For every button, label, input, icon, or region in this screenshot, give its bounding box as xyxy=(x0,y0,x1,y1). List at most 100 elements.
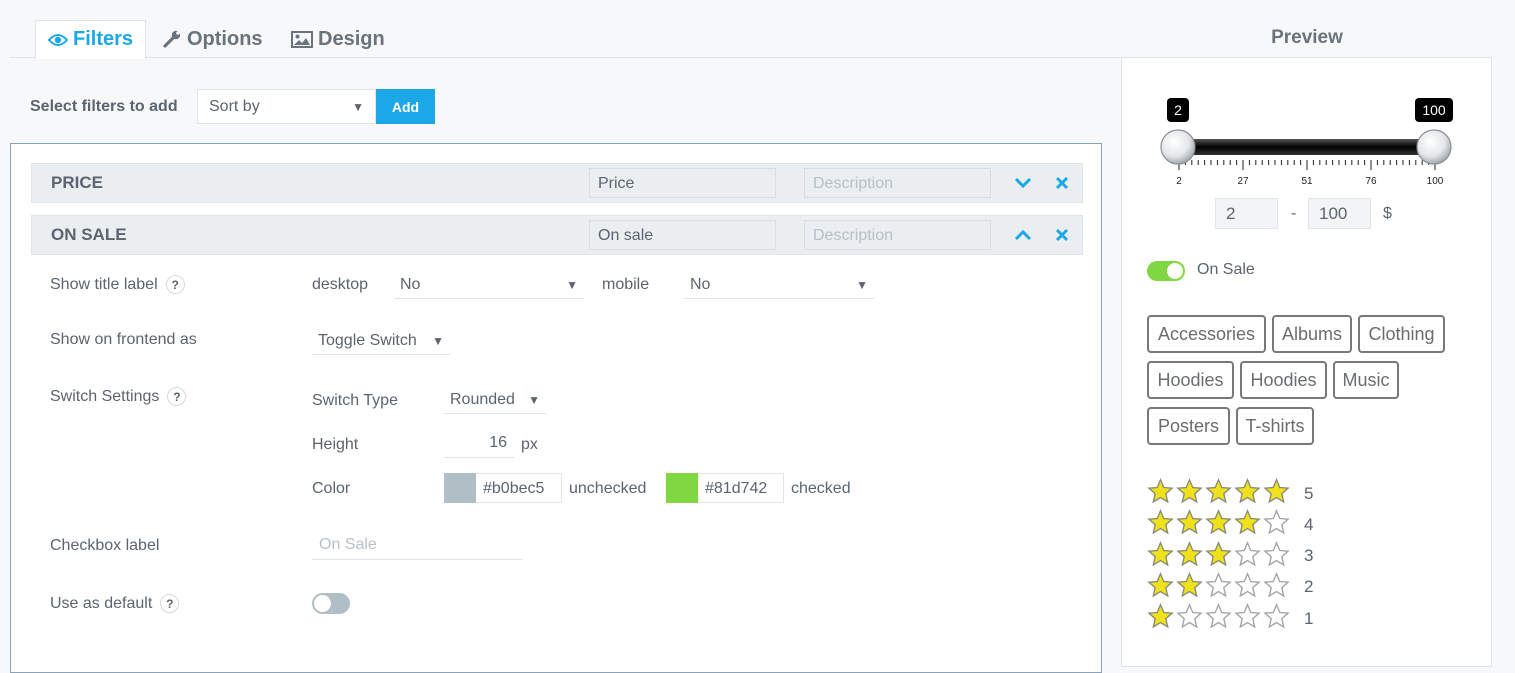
slider-high-tooltip: 100 xyxy=(1415,98,1453,122)
star-filled-icon xyxy=(1176,509,1203,540)
star-filled-icon xyxy=(1263,478,1290,509)
slider-tick-label: 76 xyxy=(1365,176,1377,187)
on-sale-toggle[interactable] xyxy=(1147,261,1185,281)
filter-description-input[interactable]: Description xyxy=(804,220,991,250)
preview-title: Preview xyxy=(1271,27,1343,48)
help-icon[interactable]: ? xyxy=(165,275,185,294)
star-filled-icon xyxy=(1147,478,1174,509)
rating-count: 5 xyxy=(1304,483,1314,503)
mobile-label: mobile xyxy=(602,276,650,293)
filter-header-on-sale[interactable]: ON SALE On sale Description xyxy=(31,215,1083,255)
tab-options[interactable]: Options xyxy=(150,20,275,58)
tab-filters[interactable]: Filters xyxy=(35,20,147,59)
star-filled-icon xyxy=(1147,509,1174,540)
category-chip[interactable]: Accessories xyxy=(1147,315,1266,353)
filter-title-input[interactable]: Price xyxy=(589,168,776,198)
height-input[interactable]: 16 xyxy=(444,430,514,458)
close-icon[interactable] xyxy=(1055,228,1069,242)
add-button[interactable]: Add xyxy=(376,89,435,124)
chevron-up-icon[interactable] xyxy=(1014,229,1032,241)
filter-name: ON SALE xyxy=(51,225,127,244)
filter-title-input[interactable]: On sale xyxy=(589,220,776,250)
slider-low-tooltip: 2 xyxy=(1167,98,1189,122)
star-empty-icon xyxy=(1205,571,1232,603)
slider-tick-marks xyxy=(1178,160,1436,170)
checkbox-label: Checkbox label xyxy=(50,537,160,554)
star-filled-icon xyxy=(1176,540,1203,572)
filter-description-input[interactable]: Description xyxy=(804,168,991,198)
desktop-value: No xyxy=(400,275,421,293)
close-icon[interactable] xyxy=(1055,176,1069,190)
star-empty-icon xyxy=(1234,540,1261,572)
star-empty-icon xyxy=(1234,571,1261,603)
category-chip[interactable]: T-shirts xyxy=(1236,407,1314,445)
use-default-toggle[interactable] xyxy=(312,593,350,614)
switch-settings-label: Switch Settings xyxy=(50,387,160,405)
show-frontend-select[interactable]: Toggle Switch ▼ xyxy=(312,327,450,355)
help-icon[interactable]: ? xyxy=(167,387,187,406)
switch-settings-row: Switch Settings ? xyxy=(50,387,187,406)
rating-row[interactable]: 1 xyxy=(1147,603,1313,634)
category-chip[interactable]: Posters xyxy=(1147,407,1230,445)
tab-design[interactable]: Design xyxy=(279,20,397,58)
star-empty-icon xyxy=(1176,603,1203,634)
help-icon[interactable]: ? xyxy=(160,594,180,613)
rating-count: 4 xyxy=(1304,514,1314,534)
rating-row[interactable]: 2 xyxy=(1147,571,1314,603)
rating-count: 1 xyxy=(1304,608,1314,628)
price-from-input[interactable]: 2 xyxy=(1215,198,1278,229)
unchecked-label: unchecked xyxy=(569,480,647,497)
slider-low-handle[interactable] xyxy=(1160,129,1196,165)
range-dash: - xyxy=(1291,205,1297,222)
slider-tick-label: 27 xyxy=(1237,176,1249,187)
select-filters-label: Select filters to add xyxy=(30,98,178,115)
filter-name: PRICE xyxy=(51,173,103,192)
tab-label: Options xyxy=(187,27,263,50)
currency-symbol: $ xyxy=(1383,205,1392,222)
checked-color-input[interactable]: #81d742 xyxy=(698,473,784,503)
sort-by-select[interactable]: Sort by ▼ xyxy=(197,89,376,124)
switch-type-label: Switch Type xyxy=(312,392,398,409)
checkbox-label-input[interactable]: On Sale xyxy=(312,532,522,560)
category-chip[interactable]: Hoodies xyxy=(1147,361,1234,399)
slider-high-handle[interactable] xyxy=(1416,129,1452,165)
show-frontend-label: Show on frontend as xyxy=(50,331,197,348)
show-title-label-row: Show title label ? xyxy=(50,275,185,294)
rating-count: 3 xyxy=(1304,546,1314,566)
category-chip[interactable]: Hoodies xyxy=(1240,361,1327,399)
unchecked-color-input[interactable]: #b0bec5 xyxy=(476,473,562,503)
rating-row[interactable]: 5 xyxy=(1147,478,1313,509)
slider-tick-label: 51 xyxy=(1301,176,1313,187)
star-filled-icon xyxy=(1176,478,1203,509)
height-unit: px xyxy=(521,436,538,453)
category-chip[interactable]: Clothing xyxy=(1358,315,1445,353)
star-empty-icon xyxy=(1263,571,1290,603)
price-range-slider[interactable] xyxy=(1155,122,1465,177)
dropdown-arrow-icon: ▼ xyxy=(566,277,578,292)
category-chip[interactable]: Albums xyxy=(1272,315,1352,353)
star-empty-icon xyxy=(1234,603,1261,634)
switch-type-select[interactable]: Rounded ▼ xyxy=(444,386,546,414)
rating-row[interactable]: 4 xyxy=(1147,509,1313,540)
rating-row[interactable]: 3 xyxy=(1147,540,1314,572)
star-filled-icon xyxy=(1205,540,1232,572)
category-chip[interactable]: Music xyxy=(1333,361,1399,399)
tab-label: Filters xyxy=(73,28,134,50)
star-empty-icon xyxy=(1263,509,1290,540)
price-to-input[interactable]: 100 xyxy=(1308,198,1371,229)
desktop-select[interactable]: No ▼ xyxy=(394,271,584,299)
use-default-row: Use as default ? xyxy=(50,594,180,613)
checkbox-label-row: Checkbox label xyxy=(50,537,159,555)
rating-count: 2 xyxy=(1304,577,1314,597)
slider-tick-label: 100 xyxy=(1426,176,1444,187)
checked-color-swatch[interactable] xyxy=(666,473,698,503)
show-frontend-value: Toggle Switch xyxy=(318,331,417,349)
unchecked-color-swatch[interactable] xyxy=(444,473,476,503)
mobile-select[interactable]: No ▼ xyxy=(684,271,874,299)
sort-by-value: Sort by xyxy=(209,97,260,115)
star-filled-icon xyxy=(1205,509,1232,540)
chevron-down-icon[interactable] xyxy=(1014,177,1032,189)
star-filled-icon xyxy=(1147,540,1174,572)
star-filled-icon xyxy=(1234,478,1261,509)
filter-header-price[interactable]: PRICE Price Description xyxy=(31,163,1083,203)
